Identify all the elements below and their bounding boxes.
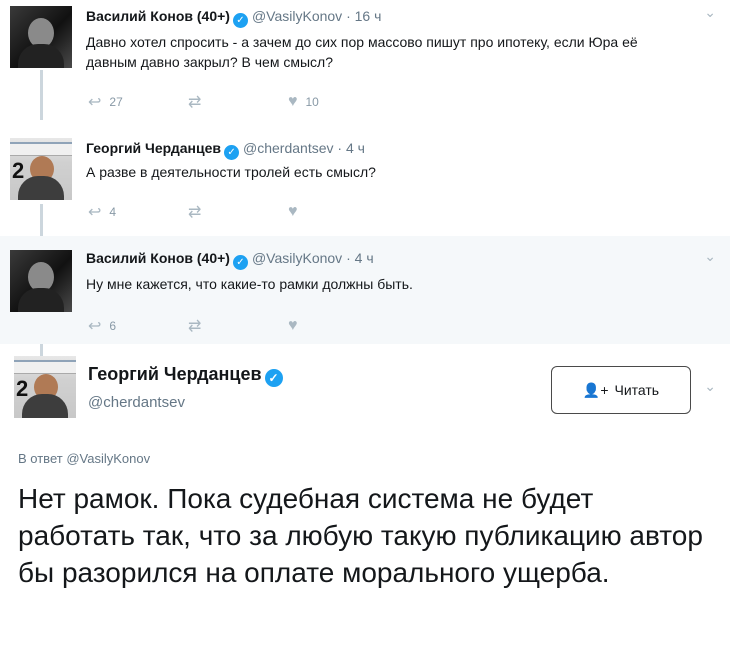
timestamp[interactable]: 4 ч bbox=[355, 250, 374, 266]
verified-badge-icon: ✓ bbox=[264, 369, 283, 387]
thread-tweet[interactable]: Василий Конов (40+) ✓ @VasilyKonov · 16 ч … bbox=[0, 0, 730, 122]
reply-icon: ↩ bbox=[88, 318, 102, 335]
like-button[interactable]: ♥ bbox=[288, 202, 388, 222]
author-name[interactable]: Василий Конов (40+) bbox=[86, 8, 230, 24]
chevron-down-icon[interactable]: ⌄ bbox=[704, 4, 716, 21]
separator-dot: · bbox=[337, 140, 343, 156]
main-author[interactable]: Георгий Черданцев ✓ bbox=[88, 364, 287, 387]
like-button[interactable]: ♥ bbox=[288, 316, 388, 336]
main-author-name[interactable]: Георгий Черданцев bbox=[88, 364, 262, 384]
avatar[interactable]: 2 bbox=[10, 138, 72, 200]
reply-button[interactable]: ↩ 6 bbox=[88, 316, 188, 336]
retweet-icon: ⇄ bbox=[188, 204, 202, 221]
retweet-icon: ⇄ bbox=[188, 318, 202, 335]
main-author-handle[interactable]: @cherdantsev bbox=[88, 394, 185, 411]
reply-button[interactable]: ↩ 27 bbox=[88, 92, 188, 112]
separator-dot: · bbox=[346, 250, 351, 266]
tweet-text: Ну мне кажется, что какие-то рамки должн… bbox=[86, 276, 413, 292]
like-button[interactable]: ♥ 10 bbox=[288, 92, 388, 112]
reply-to-line: В ответ @VasilyKonov bbox=[18, 451, 150, 466]
author-handle[interactable]: @VasilyKonov bbox=[252, 250, 342, 266]
separator-dot: · bbox=[346, 8, 351, 24]
follow-label: Читать bbox=[614, 382, 660, 398]
author-name[interactable]: Георгий Черданцев bbox=[86, 140, 221, 156]
avatar[interactable] bbox=[10, 6, 72, 68]
retweet-button[interactable]: ⇄ bbox=[188, 202, 288, 222]
heart-icon: ♥ bbox=[288, 203, 298, 220]
verified-badge-icon: ✓ bbox=[232, 255, 248, 270]
author-handle[interactable]: @cherdantsev bbox=[243, 140, 333, 156]
author-handle[interactable]: @VasilyKonov bbox=[252, 8, 342, 24]
thread-tweet[interactable]: Василий Конов (40+) ✓ @VasilyKonov · 4 ч Н… bbox=[0, 236, 730, 344]
heart-icon: ♥ bbox=[288, 317, 298, 334]
retweet-button[interactable]: ⇄ bbox=[188, 92, 288, 112]
heart-icon: ♥ bbox=[288, 93, 298, 110]
reply-icon: ↩ bbox=[88, 94, 102, 111]
tweet-text: А разве в деятельности тролей есть смысл… bbox=[86, 164, 376, 180]
tweet-text: Давно хотел спросить - а зачем до сих по… bbox=[86, 34, 638, 70]
timestamp[interactable]: 4 ч bbox=[346, 140, 365, 156]
thread-tweet[interactable]: 2 Георгий Черданцев ✓ @cherdantsev · 4 ч А… bbox=[0, 126, 730, 232]
chevron-down-icon[interactable]: ⌄ bbox=[704, 378, 716, 395]
follow-button[interactable]: 👤+ Читать bbox=[551, 366, 691, 414]
add-user-icon: 👤+ bbox=[582, 381, 609, 398]
verified-badge-icon: ✓ bbox=[232, 13, 248, 28]
reply-to-handle[interactable]: @VasilyKonov bbox=[66, 451, 150, 466]
retweet-icon: ⇄ bbox=[188, 94, 202, 111]
main-tweet-text: Нет рамок. Пока судебная система не буде… bbox=[18, 483, 703, 588]
timestamp[interactable]: 16 ч bbox=[355, 8, 382, 24]
avatar[interactable] bbox=[10, 250, 72, 312]
main-avatar[interactable]: 2 bbox=[14, 356, 76, 418]
chevron-down-icon[interactable]: ⌄ bbox=[704, 248, 716, 265]
reply-to-prefix: В ответ bbox=[18, 451, 63, 466]
like-count: 10 bbox=[305, 95, 319, 109]
reply-count: 27 bbox=[109, 95, 123, 109]
retweet-button[interactable]: ⇄ bbox=[188, 316, 288, 336]
reply-icon: ↩ bbox=[88, 204, 102, 221]
reply-count: 6 bbox=[109, 319, 117, 333]
verified-badge-icon: ✓ bbox=[224, 145, 240, 160]
reply-count: 4 bbox=[109, 205, 117, 219]
author-name[interactable]: Василий Конов (40+) bbox=[86, 250, 230, 266]
reply-button[interactable]: ↩ 4 bbox=[88, 202, 188, 222]
